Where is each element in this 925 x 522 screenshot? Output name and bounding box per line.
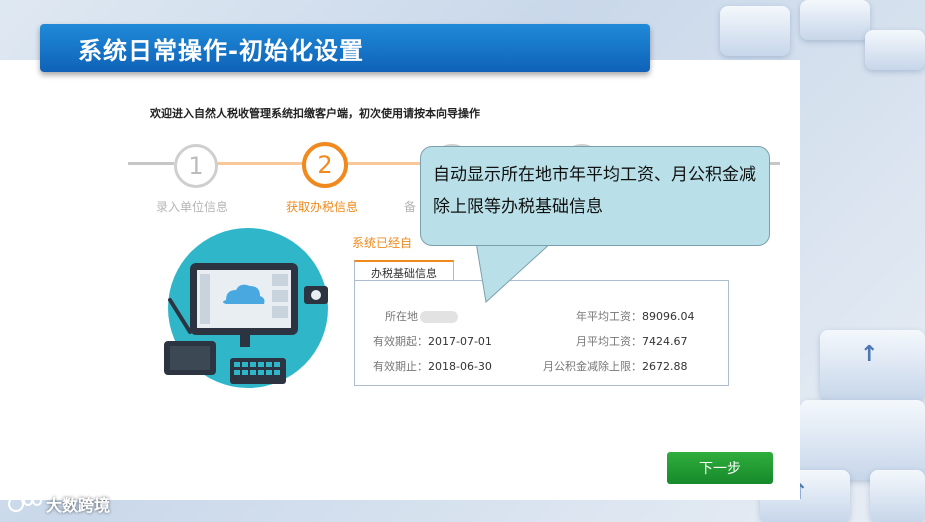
callout-pointer [475,242,553,303]
watermark: 大数跨境 [8,492,110,516]
monthly-avg-wage-label: 月平均工资： [576,335,642,348]
annual-avg-wage-label: 年平均工资： [576,310,642,323]
step-2-label: 获取办税信息 [286,200,359,214]
welcome-text: 欢迎进入自然人税收管理系统扣缴客户端，初次使用请按本向导操作 [150,107,480,120]
monthly-avg-wage-row: 月平均工资：7424.67 [576,333,688,349]
callout-tooltip: 自动显示所在地市年平均工资、月公积金减除上限等办税基础信息 [420,146,770,246]
background-key [800,0,870,40]
status-text: 系统已经自 [352,236,413,250]
valid-from-row: 有效期起：2017-07-01 [373,333,492,349]
valid-from-value: 2017-07-01 [428,335,492,348]
brand-logo-icon [8,496,42,512]
title-bar: 系统日常操作-初始化设置 [40,24,650,72]
housing-fund-limit-value: 2672.88 [642,360,688,373]
page-title: 系统日常操作-初始化设置 [78,36,364,65]
housing-fund-limit-row: 月公积金减除上限：2672.88 [543,358,688,374]
step-connector [128,162,174,165]
step-3-label: 备 [404,200,417,214]
location-row: 所在地 [385,308,458,324]
computer-illustration [164,228,328,388]
annual-avg-wage-row: 年平均工资：89096.04 [576,308,695,324]
up-arrow-icon: ↑ [860,342,879,367]
step-1-label: 录入单位信息 [156,200,229,214]
background-key [870,470,925,522]
valid-to-label: 有效期止： [373,360,428,373]
valid-from-label: 有效期起： [373,335,428,348]
monthly-avg-wage-value: 7424.67 [642,335,688,348]
background-key [720,6,790,56]
valid-to-row: 有效期止：2018-06-30 [373,358,492,374]
watermark-text: 大数跨境 [46,496,111,515]
step-1-circle: 1 [174,144,218,188]
annual-avg-wage-value: 89096.04 [642,310,695,323]
background-key [800,400,925,480]
next-step-button[interactable]: 下一步 [667,452,773,484]
location-label: 所在地 [385,310,418,323]
housing-fund-limit-label: 月公积金减除上限： [543,360,642,373]
step-2-circle: 2 [302,142,348,188]
location-value-redacted [420,311,458,323]
background-key [865,30,925,70]
background-key: ↑ [820,330,925,400]
valid-to-value: 2018-06-30 [428,360,492,373]
